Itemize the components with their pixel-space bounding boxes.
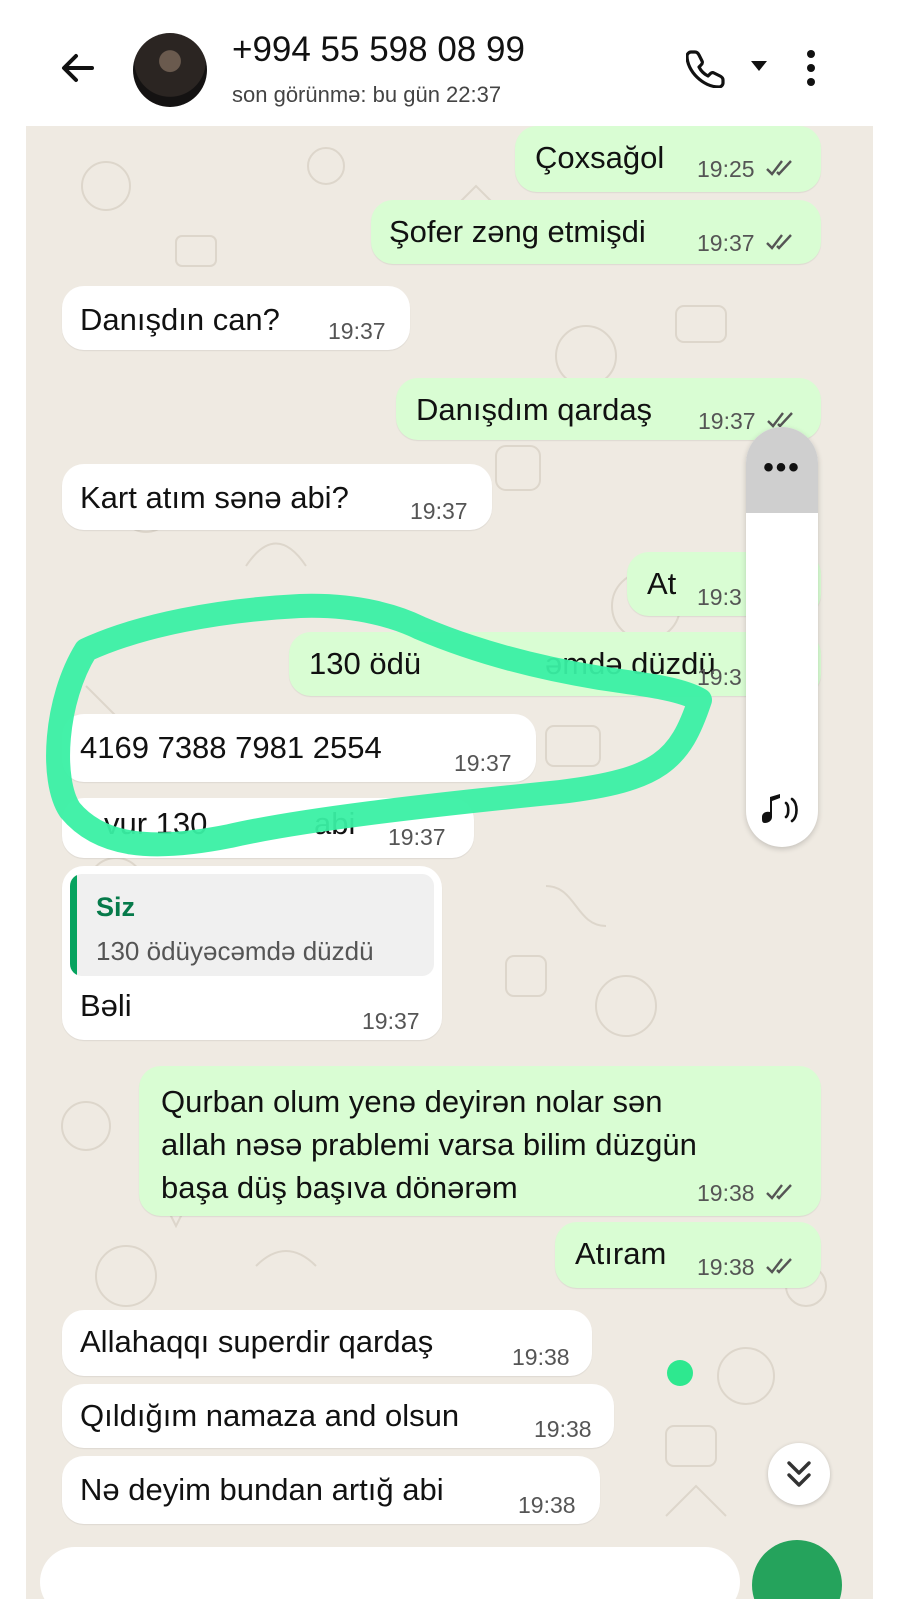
message-time: 19:37 xyxy=(388,824,446,850)
message-text: Qıldığım namaza and olsun xyxy=(80,1398,460,1433)
message-bubble[interactable]: Nə deyim bundan artığ abi 19:38 xyxy=(62,1456,600,1524)
message-time: 19:37 xyxy=(697,230,755,256)
message-text: Allahaqqı superdir qardaş xyxy=(80,1324,434,1359)
caret-down-icon[interactable] xyxy=(750,60,768,72)
message-bubble[interactable]: Danışdın can? 19:37 xyxy=(62,286,410,350)
double-check-icon xyxy=(766,234,792,250)
quote-accent-bar xyxy=(70,874,77,976)
message-bubble[interactable]: vur 130 abi 19:37 xyxy=(62,798,474,858)
speaker-icon[interactable] xyxy=(758,793,806,827)
message-text: Kart atım sənə abi? xyxy=(80,480,349,515)
message-time: 19:38 xyxy=(534,1416,592,1442)
scroll-to-bottom-button[interactable] xyxy=(768,1443,830,1505)
message-text: Bəli xyxy=(80,988,132,1023)
message-line: allah nəsə prablemi varsa bilim düzgün xyxy=(161,1127,697,1162)
message-time: 19:3 xyxy=(697,664,742,690)
message-text: vur 130 xyxy=(104,806,208,841)
message-text: 4169 7388 7981 2554 xyxy=(80,730,382,765)
double-check-icon xyxy=(766,1184,792,1200)
reply-message-bubble[interactable]: Siz 130 ödüyəcəmdə düzdü Bəli 19:37 xyxy=(62,866,442,1040)
message-text: Şofer zəng etmişdi xyxy=(389,214,646,249)
message-text-tail: abi xyxy=(314,806,356,841)
message-time: 19:38 xyxy=(518,1492,576,1518)
message-time: 19:37 xyxy=(328,318,386,344)
floating-volume-panel[interactable]: ••• xyxy=(746,427,818,847)
message-text: Atıram xyxy=(575,1236,667,1271)
message-time: 19:37 xyxy=(454,750,512,776)
message-bubble[interactable]: Qurban olum yenə deyirən nolar sən allah… xyxy=(139,1066,821,1216)
message-line: Qurban olum yenə deyirən nolar sən xyxy=(161,1084,663,1119)
message-time: 19:38 xyxy=(697,1180,755,1206)
message-bubble[interactable]: Allahaqqı superdir qardaş 19:38 xyxy=(62,1310,592,1376)
message-bubble[interactable]: 130 ödü əmdə düzdü 19:3 xyxy=(289,632,821,696)
message-input-bar[interactable] xyxy=(40,1547,740,1599)
message-time: 19:38 xyxy=(512,1344,570,1370)
message-text: Nə deyim bundan artığ abi xyxy=(80,1472,444,1507)
double-chevron-down-icon xyxy=(787,1461,811,1487)
message-bubble[interactable]: Şofer zəng etmişdi 19:37 xyxy=(371,200,821,264)
message-time: 19:25 xyxy=(697,156,755,182)
message-text-block: Qurban olum yenə deyirən nolar sən allah… xyxy=(161,1080,697,1209)
double-check-icon xyxy=(766,1258,792,1274)
message-text: Danışdım qardaş xyxy=(416,392,653,427)
quote-author: Siz xyxy=(96,892,136,922)
message-bubble[interactable]: Çoxsağol 19:25 xyxy=(515,126,821,192)
chat-screen: +994 55 598 08 99 son görünmə: bu gün 22… xyxy=(26,0,873,1599)
message-bubble[interactable]: Qıldığım namaza and olsun 19:38 xyxy=(62,1384,614,1448)
phone-icon[interactable] xyxy=(686,48,726,88)
chat-wallpaper: Çoxsağol 19:25 Şofer zəng etmişdi 19:37 … xyxy=(26,126,873,1599)
message-time: 19:3 xyxy=(697,584,742,610)
quoted-message[interactable]: Siz 130 ödüyəcəmdə düzdü xyxy=(70,874,434,976)
double-check-icon xyxy=(766,160,792,176)
message-text: Danışdın can? xyxy=(80,302,280,337)
quote-text: 130 ödüyəcəmdə düzdü xyxy=(96,936,374,966)
message-text: 130 ödü xyxy=(309,646,422,681)
back-arrow-icon[interactable] xyxy=(56,46,100,90)
message-time: 19:37 xyxy=(410,498,468,524)
message-time: 19:37 xyxy=(362,1008,420,1034)
more-horiz-icon[interactable]: ••• xyxy=(746,451,818,485)
message-bubble[interactable]: Atıram 19:38 xyxy=(555,1222,821,1288)
touch-indicator-dot xyxy=(667,1360,693,1386)
message-bubble[interactable]: 4169 7388 7981 2554 19:37 xyxy=(62,714,536,782)
message-bubble[interactable]: Kart atım sənə abi? 19:37 xyxy=(62,464,492,530)
contact-name[interactable]: +994 55 598 08 99 xyxy=(232,30,525,70)
more-vert-icon[interactable] xyxy=(804,48,818,88)
message-line: başa düş başıva dönərəm xyxy=(161,1170,518,1205)
message-text: Çoxsağol xyxy=(535,140,665,175)
message-text: At xyxy=(647,566,677,601)
chat-header: +994 55 598 08 99 son görünmə: bu gün 22… xyxy=(26,0,873,126)
message-time: 19:38 xyxy=(697,1254,755,1280)
last-seen-status: son görünmə: bu gün 22:37 xyxy=(232,82,502,107)
avatar[interactable] xyxy=(133,33,207,107)
message-text-tail: əmdə düzdü xyxy=(545,646,716,681)
